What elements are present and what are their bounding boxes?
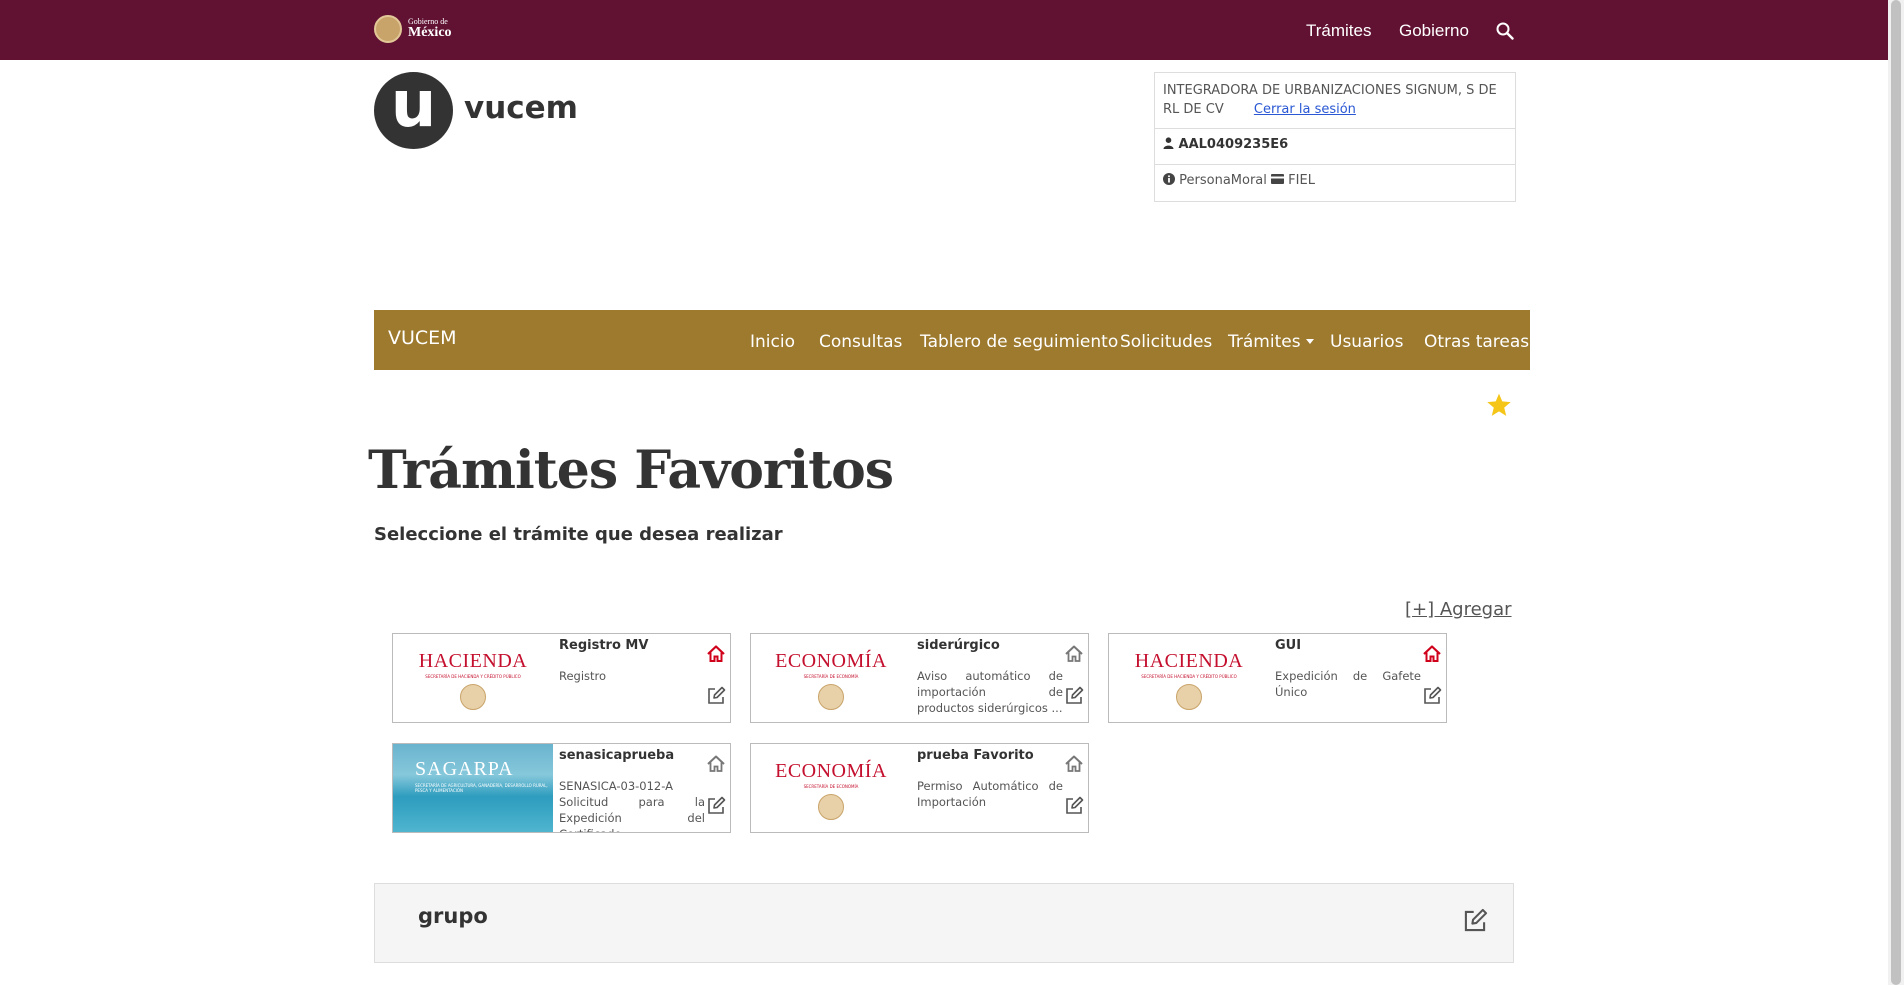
card-description: Registro: [559, 669, 607, 683]
home-icon[interactable]: [1422, 644, 1442, 664]
scrollbar-thumb[interactable]: [1891, 0, 1901, 985]
card-description: SENASICA-03-012-A Solicitud para la Expe…: [559, 779, 705, 832]
nav-tramites-label: Trámites: [1228, 332, 1301, 352]
logo-word: ECONOMÍA: [775, 650, 887, 672]
vucem-logo-circle[interactable]: u: [374, 72, 453, 149]
nav-item-usuarios[interactable]: Usuarios: [1330, 332, 1403, 352]
top-link-tramites[interactable]: Trámites: [1306, 21, 1372, 41]
home-icon[interactable]: [706, 644, 726, 664]
card-description: Expedición de Gafete Único: [1275, 669, 1421, 699]
card-title: GUI: [1275, 638, 1302, 653]
gobierno-logo[interactable]: Gobierno de México: [374, 14, 452, 44]
card-title: Registro MV: [559, 638, 649, 653]
edit-icon[interactable]: [1064, 796, 1084, 816]
nav-item-otras-tareas[interactable]: Otras tareas: [1424, 332, 1529, 352]
hacienda-logo: HACIENDA SECRETARÍA DE HACIENDA Y CRÉDIT…: [393, 634, 553, 722]
user-company-row: INTEGRADORA DE URBANIZACIONES SIGNUM, S …: [1155, 73, 1515, 129]
page-subtitle: Seleccione el trámite que desea realizar: [374, 524, 783, 545]
group-title: grupo: [418, 904, 488, 928]
seal-icon: [374, 15, 402, 43]
home-icon[interactable]: [1064, 754, 1084, 774]
favorite-card[interactable]: HACIENDA SECRETARÍA DE HACIENDA Y CRÉDIT…: [1108, 633, 1447, 723]
caret-down-icon: [1305, 339, 1314, 344]
logo-word: HACIENDA: [418, 650, 528, 672]
logo-subtitle: SECRETARÍA DE ECONOMÍA: [803, 784, 859, 789]
info-icon: [1163, 173, 1175, 185]
logo-subtitle: SECRETARÍA DE HACIENDA Y CRÉDITO PÚBLICO: [425, 674, 521, 679]
home-icon[interactable]: [1064, 644, 1084, 664]
card-title: senasicaprueba: [559, 748, 675, 763]
favorite-card[interactable]: HACIENDA SECRETARÍA DE HACIENDA Y CRÉDIT…: [392, 633, 731, 723]
logo-word: ECONOMÍA: [775, 760, 887, 782]
logo-subtitle: SECRETARÍA DE HACIENDA Y CRÉDITO PÚBLICO: [1141, 674, 1237, 679]
edit-icon[interactable]: [1422, 686, 1442, 706]
card-title: siderúrgico: [917, 638, 1000, 653]
home-icon[interactable]: [706, 754, 726, 774]
credit-card-icon: [1271, 174, 1285, 184]
edit-icon[interactable]: [706, 796, 726, 816]
seal-icon: [818, 794, 844, 820]
nav-item-tablero[interactable]: Tablero de seguimiento: [920, 332, 1118, 352]
nav-brand[interactable]: VUCEM: [388, 327, 457, 349]
logout-link[interactable]: Cerrar la sesión: [1254, 102, 1356, 117]
edit-icon[interactable]: [1462, 908, 1488, 934]
card-description: Aviso automático de importación de produ…: [917, 669, 1063, 715]
card-description: Permiso Automático de Importación: [917, 779, 1063, 809]
user-type-row: PersonaMoral FIEL: [1155, 165, 1515, 201]
seal-icon: [818, 684, 844, 710]
nav-item-consultas[interactable]: Consultas: [819, 332, 902, 352]
main-nav: VUCEM Inicio Consultas Tablero de seguim…: [374, 310, 1530, 370]
hacienda-logo: HACIENDA SECRETARÍA DE HACIENDA Y CRÉDIT…: [1109, 634, 1269, 722]
user-icon: [1163, 137, 1174, 149]
page-title: Trámites Favoritos: [368, 440, 894, 501]
logo-word: HACIENDA: [1134, 650, 1244, 672]
nav-item-tramites[interactable]: Trámites: [1228, 332, 1314, 352]
persona-type: PersonaMoral: [1179, 173, 1267, 188]
economia-logo: ECONOMÍA SECRETARÍA DE ECONOMÍA: [751, 634, 911, 722]
logo-subtitle: SECRETARÍA DE ECONOMÍA: [803, 674, 859, 679]
add-favorite-link[interactable]: [+] Agregar: [1405, 599, 1512, 620]
card-title: prueba Favorito: [917, 748, 1034, 763]
logo-word: SAGARPA: [415, 758, 514, 780]
top-bar: [0, 0, 1888, 60]
search-icon[interactable]: [1496, 22, 1514, 40]
nav-item-solicitudes[interactable]: Solicitudes: [1120, 332, 1212, 352]
economia-logo: ECONOMÍA SECRETARÍA DE ECONOMÍA: [751, 744, 911, 832]
top-link-gobierno[interactable]: Gobierno: [1399, 21, 1469, 41]
rfc-value: AAL0409235E6: [1178, 137, 1289, 152]
seal-icon: [1176, 684, 1202, 710]
star-icon[interactable]: [1486, 392, 1512, 418]
gob-logo-big: México: [408, 25, 452, 40]
favorite-card[interactable]: ECONOMÍA SECRETARÍA DE ECONOMÍA prueba F…: [750, 743, 1089, 833]
nav-item-inicio[interactable]: Inicio: [750, 332, 795, 352]
group-panel: grupo: [374, 883, 1514, 963]
edit-icon[interactable]: [1064, 686, 1084, 706]
auth-type: FIEL: [1288, 173, 1315, 188]
user-rfc-row: AAL0409235E6: [1155, 129, 1515, 165]
user-info-box: INTEGRADORA DE URBANIZACIONES SIGNUM, S …: [1154, 72, 1516, 202]
seal-icon: [460, 684, 486, 710]
favorite-card[interactable]: SAGARPA SECRETARÍA DE AGRICULTURA, GANAD…: [392, 743, 731, 833]
sagarpa-logo: SAGARPA SECRETARÍA DE AGRICULTURA, GANAD…: [393, 744, 553, 832]
favorite-card[interactable]: ECONOMÍA SECRETARÍA DE ECONOMÍA siderúrg…: [750, 633, 1089, 723]
vucem-logo-word[interactable]: vucem: [464, 90, 578, 126]
logo-subtitle: SECRETARÍA DE AGRICULTURA, GANADERÍA, DE…: [415, 783, 548, 793]
edit-icon[interactable]: [706, 686, 726, 706]
